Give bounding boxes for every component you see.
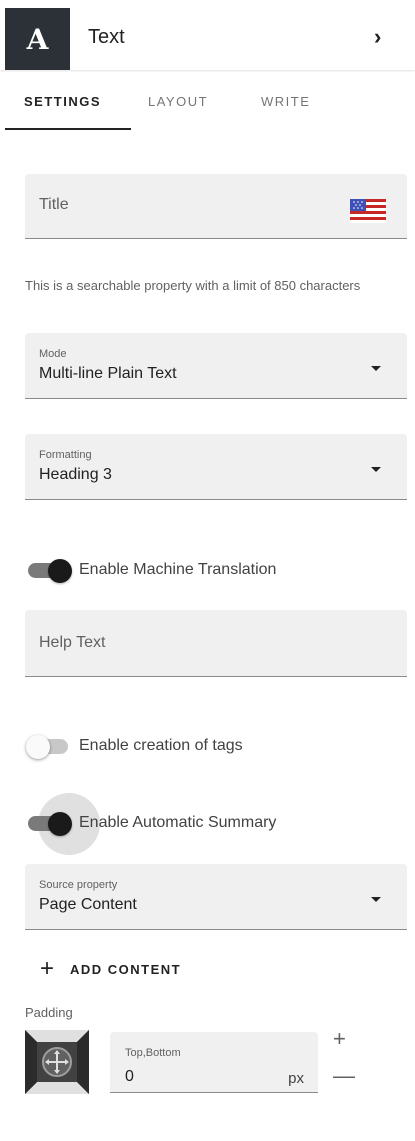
dropdown-arrow-icon — [371, 897, 381, 902]
padding-label: Padding — [25, 1005, 73, 1020]
help-text-label: Help Text — [39, 634, 106, 651]
padding-value: 0 — [125, 1068, 134, 1085]
component-type-icon: A — [5, 8, 70, 70]
add-content-button[interactable]: + ADD CONTENT — [40, 957, 181, 981]
toggle-thumb — [48, 559, 72, 583]
decrement-button[interactable]: — — [333, 1063, 355, 1089]
padding-top-bottom-input[interactable]: Top,Bottom 0 px — [110, 1032, 318, 1093]
tab-settings[interactable]: SETTINGS — [24, 94, 101, 109]
source-property-label: Source property — [39, 879, 118, 891]
mode-label: Mode — [39, 348, 67, 360]
padding-unit: px — [288, 1070, 304, 1087]
padding-field-label: Top,Bottom — [125, 1047, 181, 1059]
panel-title: Text — [88, 26, 125, 48]
creation-of-tags-label: Enable creation of tags — [79, 737, 243, 754]
logo-letter: A — [26, 22, 49, 56]
tab-bar: SETTINGS LAYOUT WRITE — [5, 82, 410, 130]
title-field-label: Title — [39, 196, 69, 213]
machine-translation-toggle[interactable] — [28, 559, 72, 583]
add-content-label: ADD CONTENT — [70, 961, 182, 977]
formatting-value: Heading 3 — [39, 466, 112, 483]
toggle-thumb — [26, 735, 50, 759]
formatting-label: Formatting — [39, 449, 92, 461]
tab-write[interactable]: WRITE — [261, 94, 310, 109]
chevron-right-icon[interactable]: › — [374, 24, 381, 50]
machine-translation-label: Enable Machine Translation — [79, 561, 277, 578]
dropdown-arrow-icon — [371, 467, 381, 472]
text-settings-panel: A Text › SETTINGS LAYOUT WRITE Title Thi… — [0, 0, 415, 1141]
tab-layout[interactable]: LAYOUT — [148, 94, 208, 109]
formatting-select[interactable]: Formatting Heading 3 — [25, 434, 407, 500]
automatic-summary-label: Enable Automatic Summary — [79, 814, 277, 831]
active-tab-indicator — [5, 128, 131, 130]
title-helper-text: This is a searchable property with a lim… — [25, 278, 361, 293]
mode-value: Multi-line Plain Text — [39, 365, 177, 382]
dropdown-arrow-icon — [371, 366, 381, 371]
padding-move-icon[interactable] — [25, 1030, 89, 1094]
panel-header: A Text › — [0, 0, 415, 70]
mode-select[interactable]: Mode Multi-line Plain Text — [25, 333, 407, 399]
plus-icon: + — [40, 955, 55, 982]
increment-button[interactable]: + — [333, 1026, 346, 1052]
toggle-thumb — [48, 812, 72, 836]
automatic-summary-toggle[interactable] — [28, 793, 100, 855]
creation-of-tags-toggle[interactable] — [26, 735, 72, 759]
help-text-field[interactable]: Help Text — [25, 610, 407, 677]
source-property-value: Page Content — [39, 896, 137, 913]
source-property-select[interactable]: Source property Page Content — [25, 864, 407, 930]
us-flag-icon[interactable] — [350, 199, 386, 223]
